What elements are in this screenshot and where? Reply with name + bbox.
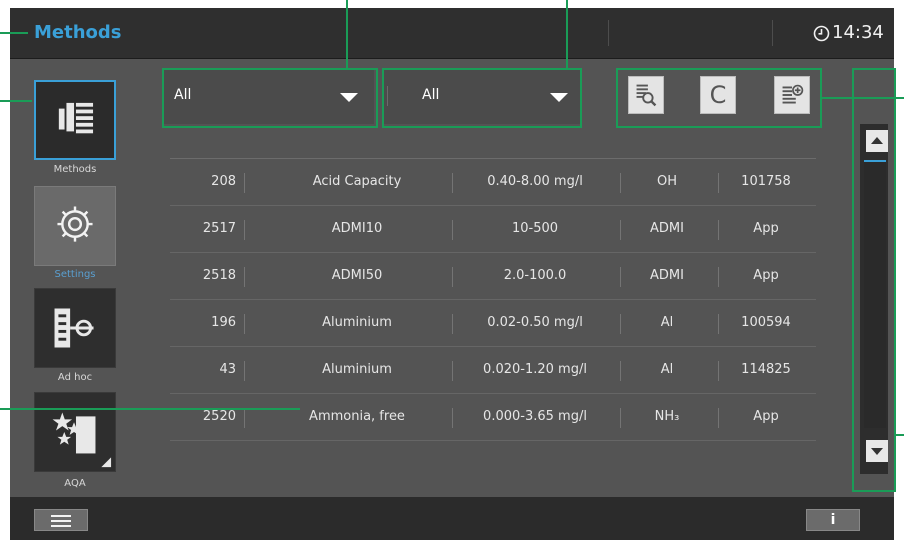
cell-id: 43 — [219, 362, 236, 377]
callout-line — [822, 97, 904, 99]
column-divider — [718, 220, 719, 240]
cell-unit: ADMI — [650, 221, 684, 236]
cell-unit: ADMI — [650, 268, 684, 283]
bottom-bar: i — [10, 497, 894, 540]
cell-unit: Al — [660, 362, 674, 377]
callout-line — [346, 0, 348, 68]
column-divider — [244, 173, 245, 193]
column-divider — [620, 314, 621, 334]
sidebar-item-aqa[interactable] — [34, 392, 116, 472]
column-divider — [718, 173, 719, 193]
sidebar-item-methods[interactable] — [34, 80, 116, 160]
sidebar-label-settings: Settings — [54, 269, 96, 280]
menu-button[interactable] — [34, 509, 88, 531]
sidebar-item-settings[interactable] — [34, 186, 116, 266]
callout-line — [0, 100, 32, 102]
info-button[interactable]: i — [806, 509, 860, 531]
column-divider — [452, 408, 453, 428]
column-divider — [620, 173, 621, 193]
cell-code: App — [753, 268, 779, 283]
cell-name: ADMI10 — [331, 221, 383, 236]
table-row[interactable]: 196 Aluminium 0.02-0.50 mg/l Al 100594 — [170, 300, 816, 347]
clock-time: 14:34 — [832, 22, 884, 43]
cell-code: 100594 — [741, 315, 791, 330]
cell-code: App — [753, 409, 779, 424]
sidebar-label-methods: Methods — [53, 164, 97, 175]
hamburger-icon — [51, 525, 71, 527]
cell-name: Aluminium — [322, 362, 392, 377]
column-divider — [452, 220, 453, 240]
cell-id: 208 — [211, 174, 236, 189]
column-divider — [718, 408, 719, 428]
cell-range: 0.020-1.20 mg/l — [483, 362, 587, 377]
column-divider — [620, 361, 621, 381]
column-divider — [244, 267, 245, 287]
cell-name: Acid Capacity — [312, 174, 402, 189]
cell-range: 10-500 — [511, 221, 559, 236]
callout-filter-2-box — [382, 68, 582, 128]
clock-icon — [813, 25, 830, 42]
cell-name: Ammonia, free — [309, 409, 405, 424]
table-row[interactable]: 43 Aluminium 0.020-1.20 mg/l Al 114825 — [170, 347, 816, 394]
cell-code: 114825 — [741, 362, 791, 377]
callout-line — [0, 408, 300, 410]
column-divider — [620, 220, 621, 240]
callout-toolbar-box — [616, 68, 822, 128]
cell-name: Aluminium — [322, 315, 392, 330]
column-divider — [452, 361, 453, 381]
column-divider — [718, 314, 719, 334]
column-divider — [244, 408, 245, 428]
adhoc-icon — [54, 308, 94, 348]
sidebar-item-adhoc[interactable] — [34, 288, 116, 368]
cell-range: 0.02-0.50 mg/l — [487, 315, 583, 330]
column-divider — [718, 361, 719, 381]
page-title: Methods — [34, 22, 122, 43]
cell-id: 2518 — [202, 268, 236, 283]
column-divider — [452, 173, 453, 193]
cell-name: ADMI50 — [331, 268, 383, 283]
column-divider — [452, 267, 453, 287]
callout-scrollbar-box — [852, 68, 896, 492]
sidebar-label-adhoc: Ad hoc — [57, 372, 93, 383]
callout-line — [566, 0, 568, 68]
cell-range: 0.40-8.00 mg/l — [487, 174, 583, 189]
column-divider — [718, 267, 719, 287]
column-divider — [620, 408, 621, 428]
cell-range: 2.0-100.0 — [503, 268, 567, 283]
cell-range: 0.000-3.65 mg/l — [483, 409, 587, 424]
title-divider — [772, 20, 773, 46]
title-divider — [608, 20, 609, 46]
cell-id: 2520 — [202, 409, 236, 424]
cell-unit: OH — [656, 174, 677, 189]
column-divider — [244, 220, 245, 240]
cell-id: 196 — [211, 315, 236, 330]
table-row[interactable]: 208 Acid Capacity 0.40-8.00 mg/l OH 101758 — [170, 159, 816, 206]
hamburger-icon — [51, 520, 71, 522]
callout-filter-1-box — [162, 68, 378, 128]
hamburger-icon — [51, 515, 71, 517]
cell-unit: Al — [660, 315, 674, 330]
method-list-icon — [58, 102, 94, 134]
title-bar: Methods 14:34 — [10, 8, 894, 59]
cell-code: App — [753, 221, 779, 236]
column-divider — [244, 361, 245, 381]
callout-line — [896, 434, 904, 436]
cell-code: 101758 — [741, 174, 791, 189]
table-row[interactable]: 2520 Ammonia, free 0.000-3.65 mg/l NH₃ App — [170, 394, 816, 441]
gear-icon — [57, 206, 93, 242]
table-row[interactable]: 2518 ADMI50 2.0-100.0 ADMI App — [170, 253, 816, 300]
column-divider — [244, 314, 245, 334]
callout-line — [0, 32, 28, 34]
table-row[interactable]: 2517 ADMI10 10-500 ADMI App — [170, 206, 816, 253]
cell-id: 2517 — [202, 221, 236, 236]
cell-unit: NH₃ — [654, 409, 680, 424]
sidebar-label-aqa: AQA — [64, 478, 86, 489]
column-divider — [452, 314, 453, 334]
column-divider — [620, 267, 621, 287]
star-icon — [52, 412, 112, 468]
